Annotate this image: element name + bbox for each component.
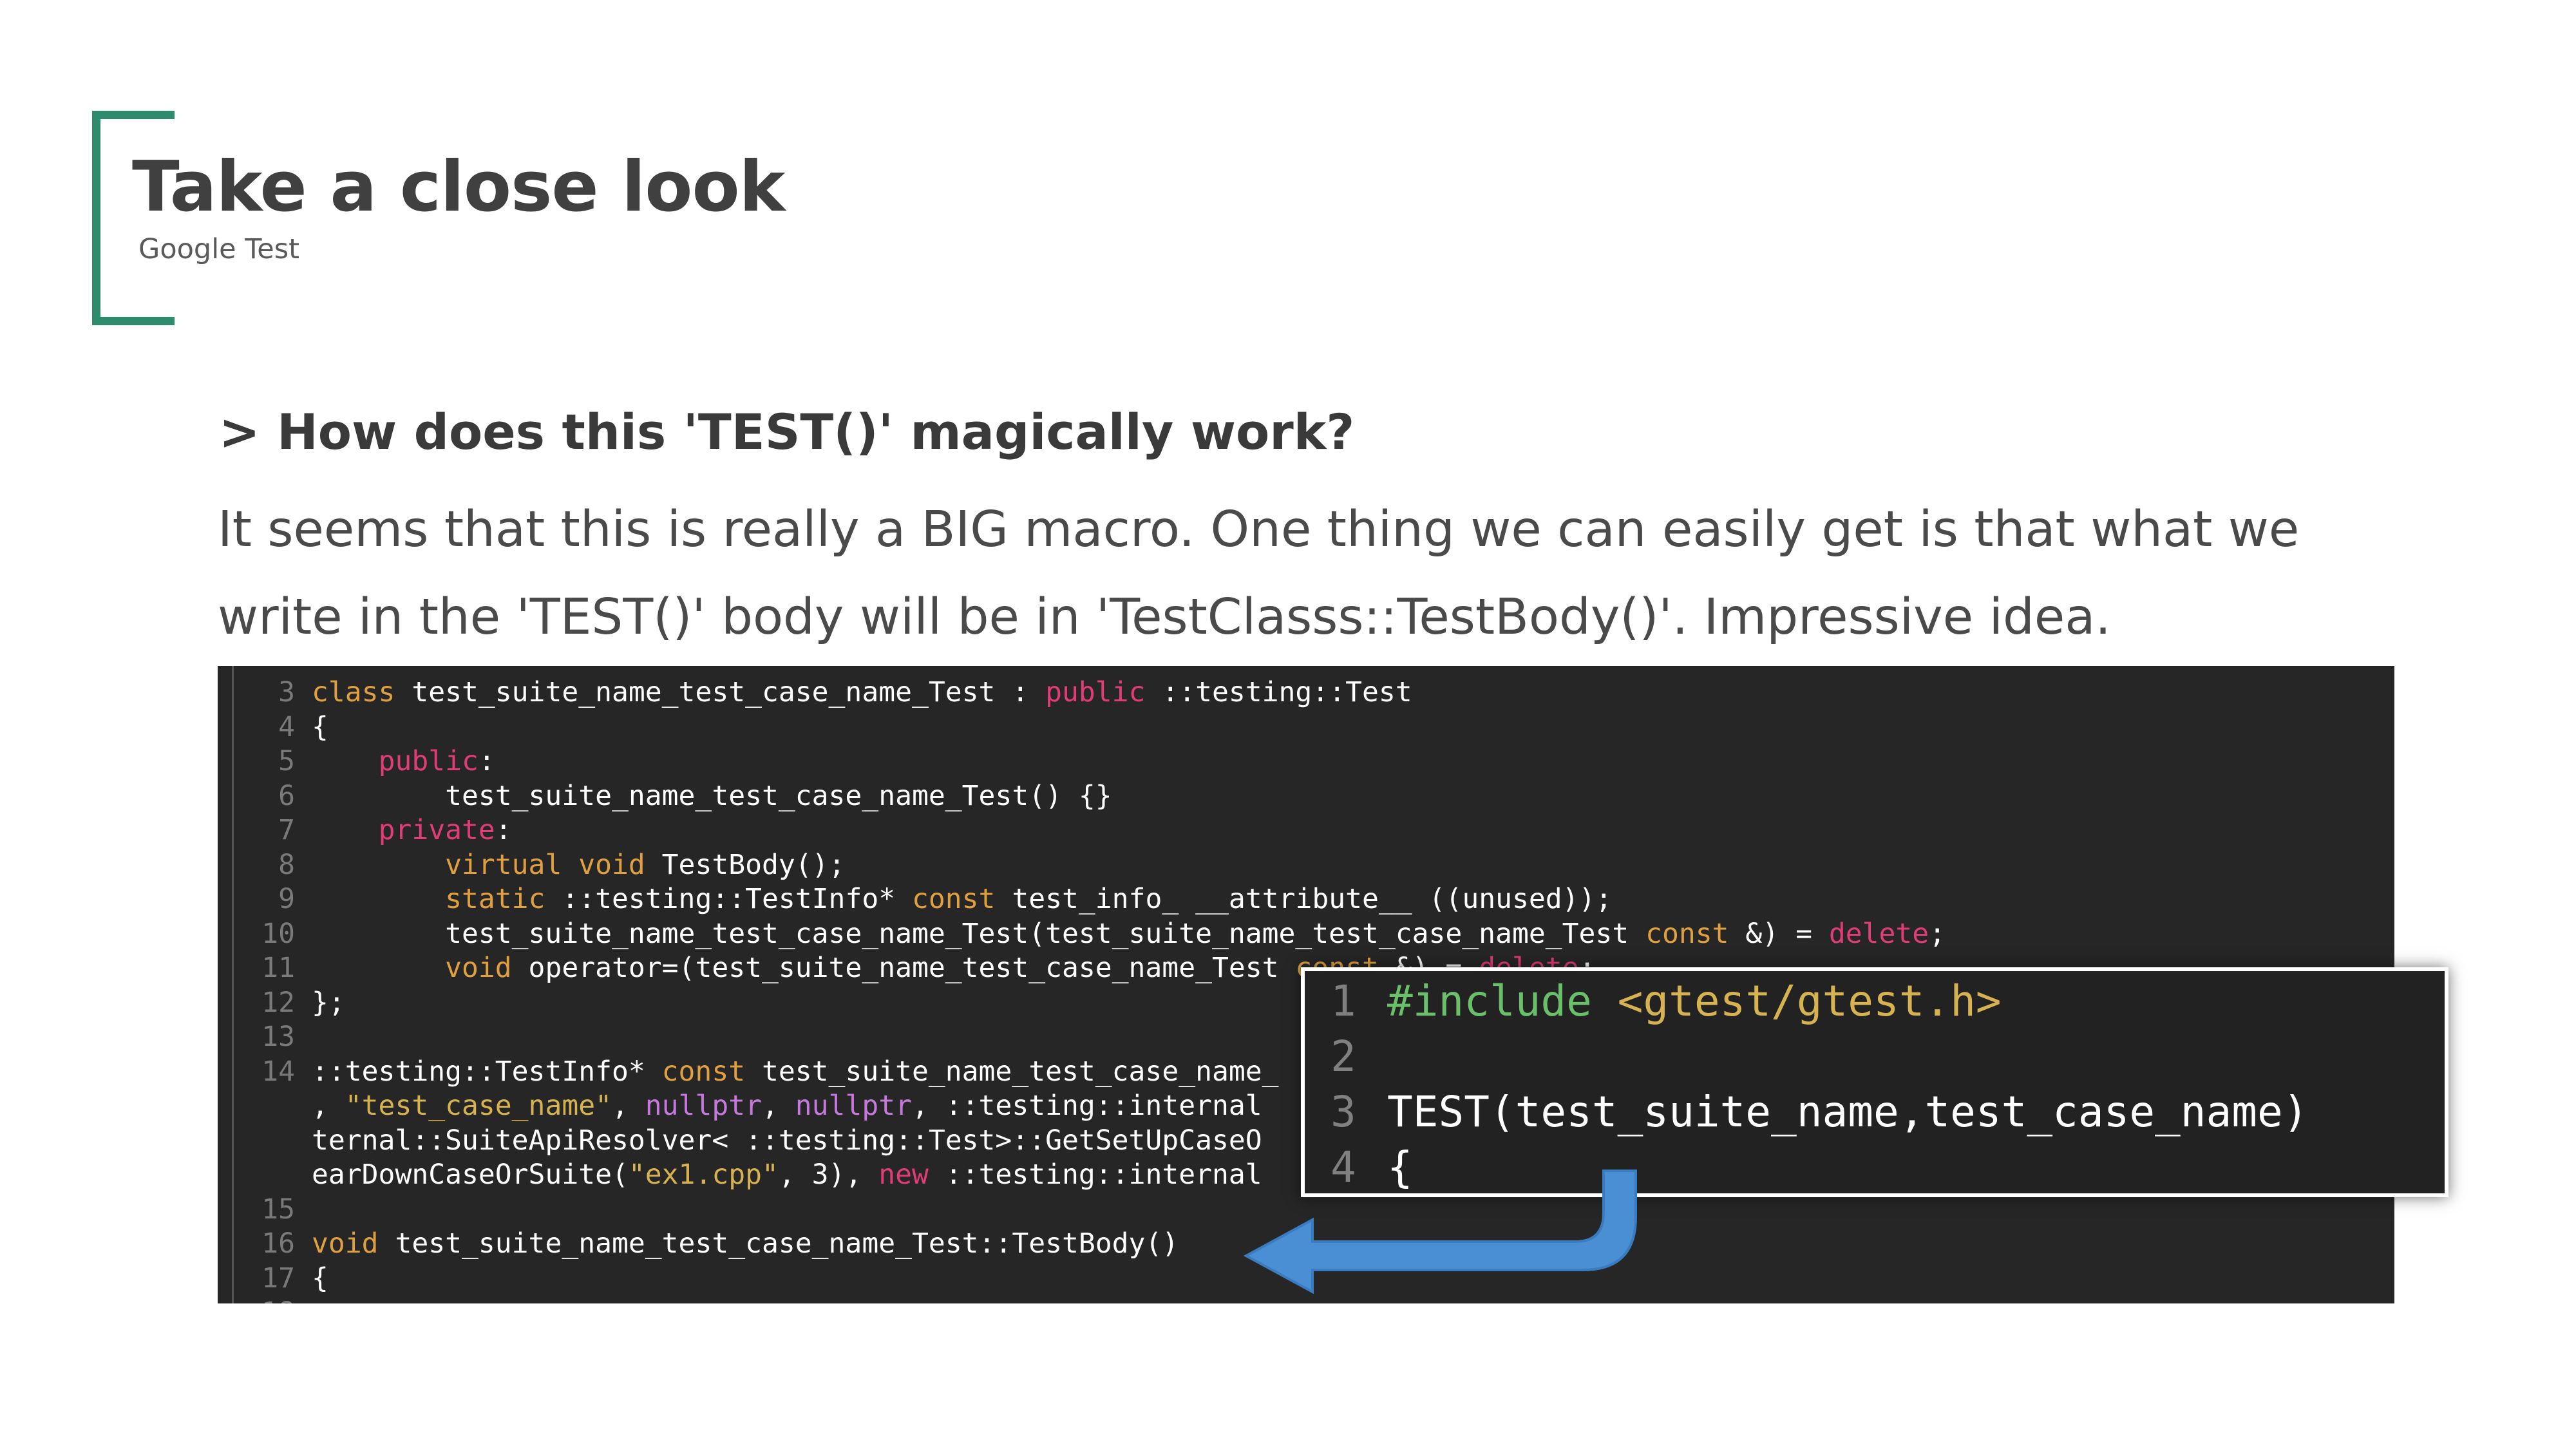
arrow-icon <box>1243 1170 1637 1294</box>
